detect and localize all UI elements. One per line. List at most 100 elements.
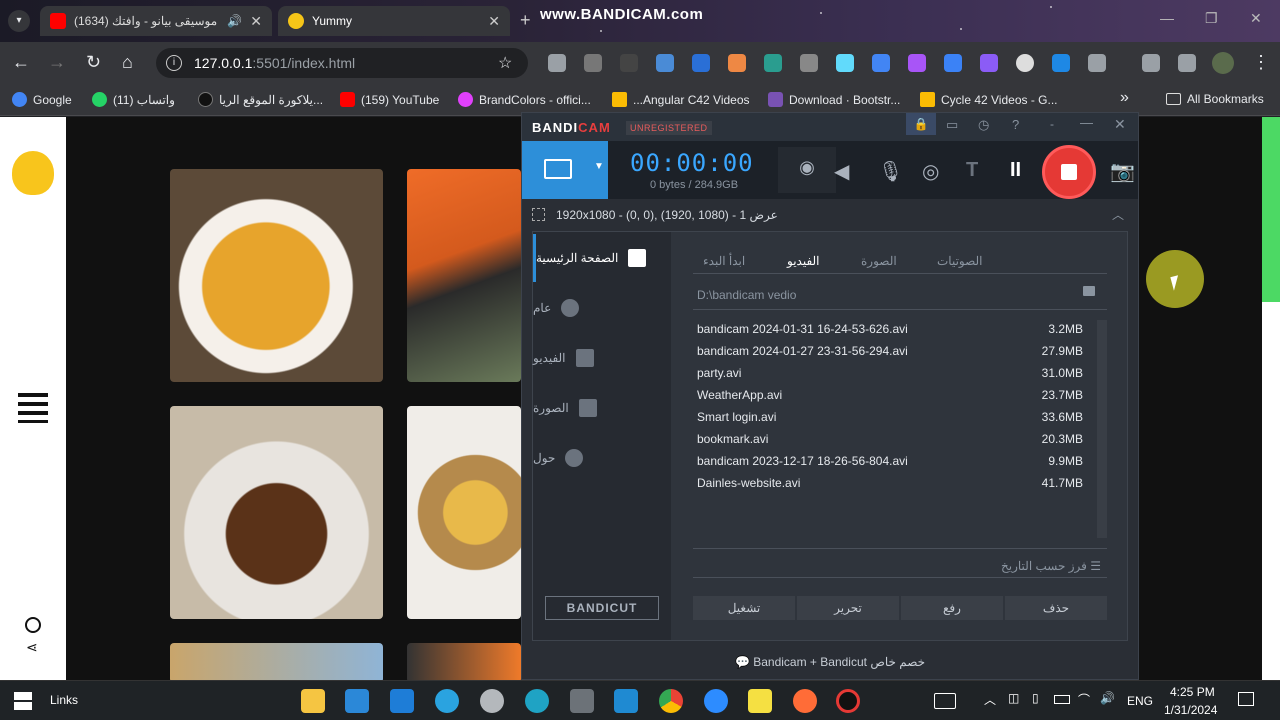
sidebar-item-image[interactable]: الصورة [533,384,671,432]
bandicam-promo[interactable]: 💬 Bandicam + Bandicut خصم خاص [522,649,1138,679]
volume-icon[interactable]: 🔊 [1100,691,1115,705]
bookmark-angular[interactable]: ...Angular C42 Videos [612,92,750,107]
notifications-icon[interactable] [1238,692,1254,706]
file-list-scrollbar[interactable] [1097,320,1107,538]
play-button[interactable]: تشغيل [693,596,795,620]
vscode-icon[interactable] [614,689,638,713]
edit-button[interactable]: تحرير [797,596,899,620]
back-icon[interactable]: ← [12,52,30,73]
smiley-logo-icon[interactable] [12,151,54,195]
tray-icon[interactable]: ◫ [1008,691,1019,705]
menu-kebab-icon[interactable]: ⋮ [1252,52,1270,73]
scroll-indicator[interactable] [1262,117,1280,302]
bookmark-youtube[interactable]: (159) YouTube [340,92,439,107]
extension-icon[interactable] [620,54,638,72]
screenshot-camera-icon[interactable]: 📷 [1110,159,1135,184]
help-icon[interactable]: ? [1012,117,1019,132]
sushi-image[interactable] [407,169,521,382]
webcam-icon[interactable]: ◉ [778,147,836,193]
list-item[interactable]: Smart login.avi 33.6MB [693,406,1107,428]
chevron-up-icon[interactable]: ︿ [1112,206,1124,223]
hamburger-menu-icon[interactable] [18,393,48,423]
tab-get-started[interactable]: ابدأ البدء [703,254,745,268]
speaker-icon[interactable]: ◀ [834,159,849,184]
bookmark-bootstrap[interactable]: Download · Bootstr... [768,92,900,107]
usb-icon[interactable]: ▯ [1032,691,1039,705]
profile-avatar[interactable] [1212,52,1234,74]
globe-icon[interactable] [25,617,41,633]
extension-icon[interactable] [908,54,926,72]
upload-button[interactable]: رفع [901,596,1003,620]
side-panel-icon[interactable] [1178,54,1196,72]
gear-extension-icon[interactable] [800,54,818,72]
pause-icon[interactable]: II [1010,159,1021,182]
text-overlay-icon[interactable]: T [966,159,978,182]
tab-yummy[interactable]: Yummy ✕ [278,6,510,36]
mail-icon[interactable] [390,689,414,713]
close-icon[interactable]: ✕ [1114,116,1126,133]
sidebar-item-general[interactable]: عام [533,284,671,332]
telegram-icon[interactable] [435,689,459,713]
delete-button[interactable]: حذف [1005,596,1107,620]
stop-record-button[interactable] [1042,145,1096,199]
eyedropper-extension-icon[interactable] [548,54,566,72]
tab-youtube-music[interactable]: (1634) موسيقى بيانو - وافتك 🔊 ✕ [40,6,272,36]
sticky-notes-icon[interactable] [748,689,772,713]
collapse-icon[interactable]: - [1050,117,1054,131]
react-extension-icon[interactable] [836,54,854,72]
restore-icon[interactable]: ❐ [1205,10,1218,27]
list-item[interactable]: bandicam 2024-01-31 16-24-53-626.avi 3.2M… [693,318,1107,340]
bookmark-whatsapp[interactable]: (11) واتساب [92,92,175,107]
list-item[interactable]: party.avi 31.0MB [693,362,1107,384]
network-icon[interactable]: ⌒ [1078,691,1090,708]
extension-icon[interactable] [764,54,782,72]
microphone-icon[interactable]: 🎙 [878,159,903,184]
bookmark-google[interactable]: Google [12,92,72,107]
list-item[interactable]: bookmark.avi 20.3MB [693,428,1107,450]
bookmark-cycle42[interactable]: Cycle 42 Videos - G... [920,92,1058,107]
clock-date[interactable]: 1/31/2024 [1164,703,1217,717]
zoom-icon[interactable] [704,689,728,713]
paint-icon[interactable] [480,689,504,713]
home-icon[interactable]: ⌂ [122,52,133,73]
soup-image[interactable] [170,169,383,382]
tab-list-menu[interactable]: ▾ [8,10,30,32]
cursor-effect-icon[interactable]: ◎ [922,159,939,184]
folder-icon[interactable]: ▭ [946,117,958,133]
bandicut-button[interactable]: BANDICUT [545,596,659,620]
bookmark-brandcolors[interactable]: BrandColors - offici... [458,92,591,107]
media-icon[interactable] [1142,54,1160,72]
clock-icon[interactable]: ◷ [978,117,989,133]
download-extension-icon[interactable] [944,54,962,72]
capture-region[interactable]: 1920x1080 - (0, 0), (1920, 1080) - عرض 1… [522,199,1138,231]
css-extension-icon[interactable] [692,54,710,72]
falafel-image[interactable] [170,406,383,619]
close-window-icon[interactable]: ✕ [1250,10,1262,27]
extension-icon[interactable] [1016,54,1034,72]
output-folder[interactable]: D:\bandicam vedio [693,278,1107,310]
chrome-icon[interactable] [659,689,683,713]
tab-audio[interactable]: الصوتيات [937,254,983,268]
minimize-icon[interactable]: — [1160,10,1174,26]
extension-icon[interactable] [980,54,998,72]
address-bar[interactable]: i 127.0.0.1:5501/index.html ☆ [156,48,528,78]
file-explorer-icon[interactable] [301,689,325,713]
bookmark-yalla-kora[interactable]: يلاكورة الموقع الريا... [198,92,323,107]
food-image[interactable] [407,643,521,683]
extension-icon[interactable] [656,54,674,72]
food-image[interactable] [170,643,383,683]
stuffed-potato-image[interactable] [407,406,521,619]
minimize-icon[interactable]: — [1080,115,1093,130]
colorzilla-extension-icon[interactable] [728,54,746,72]
more-bookmarks-button[interactable]: » [1120,89,1129,107]
tab-image[interactable]: الصورة [861,254,897,268]
store-icon[interactable] [345,689,369,713]
links-toolbar[interactable]: Links [50,693,78,707]
edge-icon[interactable] [525,689,549,713]
list-item[interactable]: bandicam 2023-12-17 18-26-56-804.avi 9.9M… [693,450,1107,472]
forward-icon[interactable]: → [48,52,66,73]
open-folder-icon[interactable] [1083,286,1095,296]
bandicam-record-icon[interactable] [836,689,860,713]
tab-video[interactable]: الفيديو [787,254,820,268]
puzzle-extensions-icon[interactable] [1088,54,1106,72]
